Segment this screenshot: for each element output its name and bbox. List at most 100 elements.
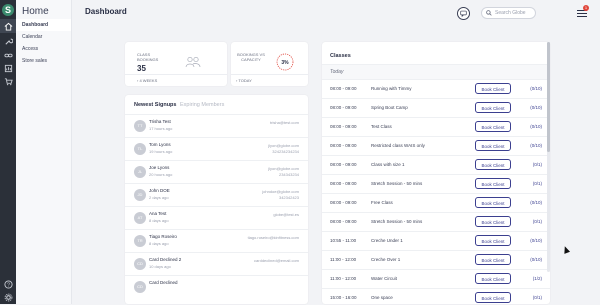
capacity-ring: 3% [276,53,294,71]
bookings-capacity-card[interactable]: Bookings vs Capacity 3% › Today [231,42,308,86]
class-name: Spring Boot Camp [371,105,408,110]
book-client-button[interactable]: Book Client [475,140,511,151]
book-client-button[interactable]: Book Client [475,273,511,284]
settings-icon[interactable] [3,292,13,302]
avatar: CD [134,281,146,293]
nav-item-access[interactable]: Access [16,43,71,55]
class-row: 08:00 - 09:00 Spring Boot Camp Book Clie… [322,98,550,118]
class-time: 10:55 - 11:00 [330,238,357,243]
signup-email: carddeclined@email.com [254,258,299,263]
class-capacity: (0/1) [532,181,542,186]
signup-name: Card Declined [149,280,178,285]
cart-icon[interactable] [3,76,13,86]
signup-time: 20 hours ago [149,172,173,177]
avatar: AT [134,212,146,224]
class-capacity: (0/10) [530,105,542,110]
class-name: Class with size 1 [371,162,405,167]
class-time: 08:00 - 09:00 [330,105,357,110]
avatar: TL [134,143,146,155]
avatar: CD [134,258,146,270]
classes-scrollbar-thumb[interactable] [547,42,550,152]
signup-phone: 234343234 [278,172,299,177]
nav-item-calendar[interactable]: Calendar [16,31,71,43]
nav-item-store-sales[interactable]: Store sales [16,55,71,67]
book-client-button[interactable]: Book Client [475,254,511,265]
classes-scrollbar[interactable] [547,42,550,272]
signup-email: globe@test.es [273,212,299,217]
signup-row[interactable]: CD Card Declined [125,275,308,305]
class-row: 08:00 - 09:00 Test Class Book Client (0/… [322,117,550,137]
search-box[interactable] [481,7,536,19]
class-row: 08:00 - 09:00 Stretch Session - 50 mins … [322,212,550,232]
class-row: 08:00 - 09:00 Running with Timmy Book Cl… [322,79,550,99]
avatar: TR [134,235,146,247]
link-icon[interactable] [3,50,13,60]
logo-icon[interactable]: S [2,4,14,16]
signup-email: johndoe@globe.com [262,189,299,194]
signup-name: Tom Lyons [149,142,171,147]
signup-row[interactable]: TL Tom Lyons 19 hours ago jlyon@globe.co… [125,137,308,160]
class-name: Creche Under 1 [371,238,403,243]
signup-name: John DOE [149,188,170,193]
home-icon[interactable] [0,19,16,33]
signup-row[interactable]: JL Joe Lyons 20 hours ago jlyon@globe.co… [125,160,308,183]
classes-day-header: Today [322,64,550,79]
class-row: 08:00 - 09:00 Restricted class WAIS only… [322,136,550,156]
book-client-button[interactable]: Book Client [475,83,511,94]
signup-row[interactable]: CD Card Declined 2 10 days ago carddecli… [125,252,308,275]
chat-button[interactable] [457,7,470,20]
avatar: JD [134,189,146,201]
signup-name: Card Declined 2 [149,257,182,262]
class-name: One space [371,295,393,300]
signup-email: jlyon@globe.com [268,143,299,148]
nav-item-dashboard[interactable]: Dashboard [16,19,71,31]
signup-row[interactable]: TT Trisha Test 17 hours ago trisha@test.… [125,114,308,137]
signup-name: Ana Test [149,211,167,216]
tab-expiring-members[interactable]: Expiring Members [180,102,224,108]
book-client-button[interactable]: Book Client [475,159,511,170]
signup-name: Trisha Test [149,119,171,124]
book-client-button[interactable]: Book Client [475,235,511,246]
signup-phone: 342342423 [278,195,299,200]
class-capacity: (1/2) [532,276,542,281]
mouse-cursor [561,245,571,254]
book-client-button[interactable]: Book Client [475,121,511,132]
class-name: Creche Over 1 [371,257,401,262]
book-client-button[interactable]: Book Client [475,178,511,189]
search-input[interactable] [492,10,535,16]
class-row: 08:00 - 09:00 Free Class Book Client (0/… [322,193,550,213]
book-client-button[interactable]: Book Client [475,197,511,208]
class-capacity: (0/10) [530,124,542,129]
class-bookings-period-link[interactable]: › 4 Weeks [125,74,227,86]
class-row: 08:00 - 09:00 Stretch Session - 50 mins … [322,174,550,194]
capacity-percent: 3% [281,60,289,66]
book-client-button[interactable]: Book Client [475,292,511,303]
signup-row[interactable]: AT Ana Test 8 days ago globe@test.es [125,206,308,229]
signup-email: jlyon@globe.com [268,166,299,171]
capacity-period-link[interactable]: › Today [231,74,308,86]
signup-row[interactable]: JD John DOE 2 days ago johndoe@globe.com… [125,183,308,206]
menu-icon-line [577,13,587,15]
class-time: 08:00 - 09:00 [330,200,357,205]
signup-row[interactable]: TR Tiago Roseiro 8 days ago tiago.roseir… [125,229,308,252]
class-capacity: (0/10) [530,200,542,205]
signup-email: tiago.roseiro@kinfitness.com [247,235,299,240]
class-bookings-card[interactable]: Class Bookings 35 › 4 Weeks [125,42,227,86]
signup-time: 10 days ago [149,264,171,269]
notification-badge: 1 [583,5,589,11]
tab-newest-signups[interactable]: Newest Signups [134,102,176,108]
class-name: Stretch Session - 50 mins [371,181,423,186]
secondary-nav: Home Dashboard Calendar Access Store sal… [16,0,72,304]
book-client-button[interactable]: Book Client [475,102,511,113]
chart-icon[interactable] [3,63,13,73]
menu-icon-line [577,16,587,18]
people-icon [185,56,201,68]
help-icon[interactable]: ? [3,279,13,289]
page-title: Dashboard [85,7,127,16]
class-bookings-label: Class Bookings [137,52,159,62]
book-client-button[interactable]: Book Client [475,216,511,227]
class-row: 11:00 - 12:00 Water Circuit Book Client … [322,269,550,289]
signup-phone: 324234234234 [272,149,299,154]
signup-name: Tiago Roseiro [149,234,177,239]
wrench-icon[interactable] [3,36,13,46]
